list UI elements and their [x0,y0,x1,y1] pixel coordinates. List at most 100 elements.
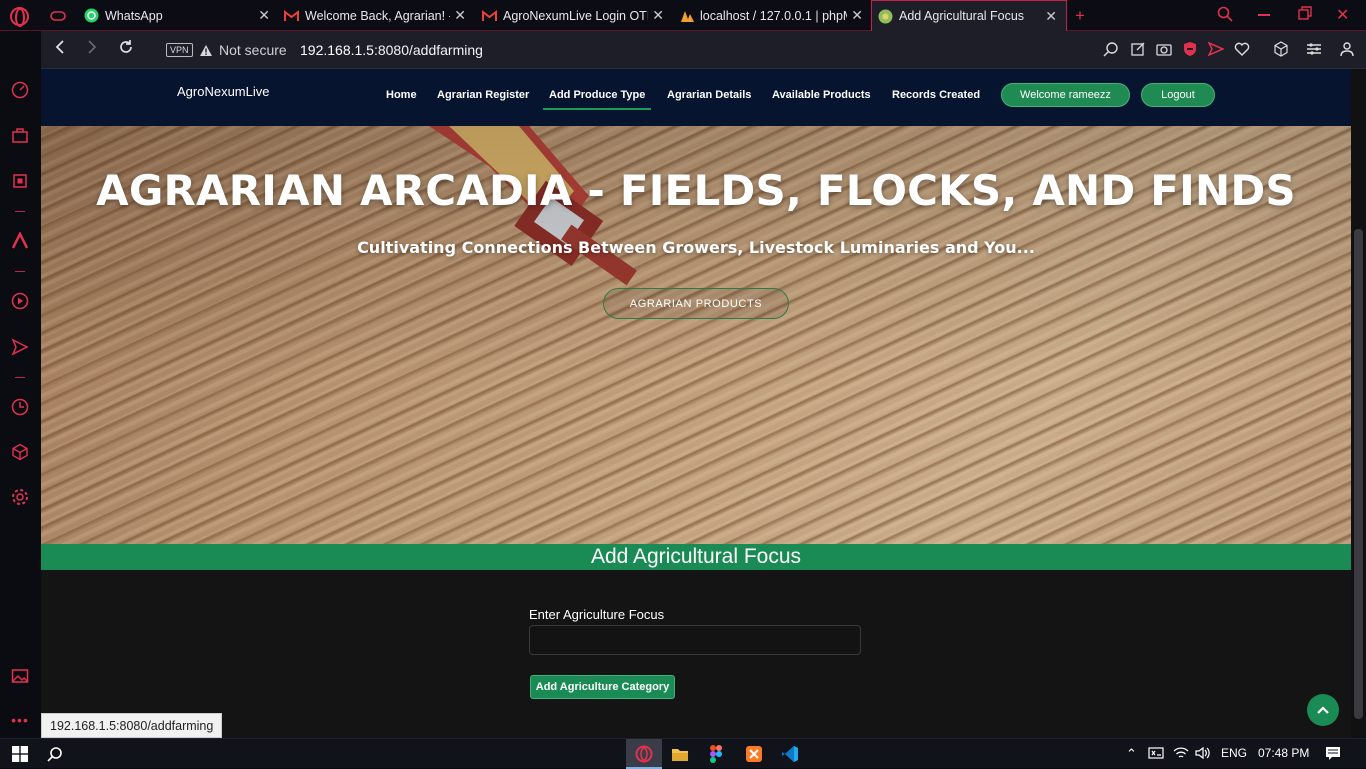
page-viewport: AgroNexumLive Home Agrarian Register Add… [41,69,1351,738]
aria-icon[interactable] [11,232,29,250]
wifi-icon[interactable] [1173,746,1189,763]
tab-close-icon[interactable]: ✕ [851,7,863,24]
section-header: Add Agricultural Focus [41,544,1351,570]
page-title: Add Agricultural Focus [590,545,802,568]
speed-dial-icon[interactable] [11,81,29,99]
extensions-icon[interactable] [1273,41,1289,57]
minimize-icon[interactable] [1258,14,1270,16]
agriculture-focus-label: Enter Agriculture Focus [529,607,665,622]
security-indicator[interactable]: Not secure [199,42,287,58]
hero-banner: AGRARIAN ARCADIA - FIELDS, FLOCKS, AND F… [41,126,1351,544]
settings-gear-icon[interactable] [11,488,29,506]
history-clock-icon[interactable] [11,398,29,416]
agriculture-focus-input[interactable] [529,625,861,655]
warning-triangle-icon [200,44,212,56]
wallpaper-icon[interactable] [11,667,29,685]
back-to-top-button[interactable] [1307,694,1339,726]
gmail-icon [284,8,299,23]
taskbar-search-icon[interactable] [44,743,66,765]
tab-close-icon[interactable]: ✕ [1045,8,1057,25]
tab-close-icon[interactable]: ✕ [258,7,270,24]
nav-available-products[interactable]: Available Products [772,89,871,101]
logout-button[interactable]: Logout [1141,83,1215,107]
windows-taskbar: ⌃ ENG 07:48 PM [0,738,1366,769]
back-icon[interactable] [53,39,67,60]
shopping-bag-icon[interactable] [11,126,29,144]
easy-setup-icon[interactable] [1306,41,1322,57]
chevron-up-icon [1317,706,1329,714]
tab-close-icon[interactable]: ✕ [454,7,466,24]
nav-records-created[interactable]: Records Created [892,89,980,101]
more-dots-icon[interactable]: ••• [11,711,29,729]
extensions-cube-icon[interactable] [11,443,29,461]
close-window-icon[interactable]: ✕ [1336,5,1349,25]
new-tab-button[interactable]: + [1075,0,1091,31]
tab-label: Add Agricultural Focus [899,9,1025,23]
vpn-badge[interactable]: VPN [166,43,193,57]
browser-tab-bar: WhatsApp ✕ Welcome Back, Agrarian! - ✕ A… [0,0,1366,31]
profile-icon[interactable] [1339,41,1355,57]
site-navbar: AgroNexumLive Home Agrarian Register Add… [41,69,1351,126]
hero-subtitle: Cultivating Connections Between Growers,… [357,238,1035,257]
flow-send-icon[interactable] [1208,41,1224,57]
tab-whatsapp[interactable]: WhatsApp ✕ [84,0,274,31]
hero-title: AGRARIAN ARCADIA - FIELDS, FLOCKS, AND F… [96,166,1296,215]
system-clock[interactable]: 07:48 PM [1258,746,1309,760]
xampp-icon[interactable] [743,743,765,765]
site-favicon [878,9,893,24]
windows-start-icon[interactable] [9,743,31,765]
file-explorer-icon[interactable] [669,743,691,765]
url-field[interactable]: 192.168.1.5:8080/addfarming [300,42,483,58]
tab-label: localhost / 127.0.0.1 | phpM [700,8,847,23]
url-path: :8080/addfarming [373,42,483,58]
scrollbar-thumb[interactable] [1354,229,1363,719]
add-agriculture-category-button[interactable]: Add Agriculture Category [530,675,675,699]
tab-label: AgroNexumLive Login OTP [503,8,648,23]
tab-phpmyadmin[interactable]: localhost / 127.0.0.1 | phpM ✕ [679,0,867,31]
edit-snap-icon[interactable] [1130,41,1146,57]
language-indicator[interactable]: ENG [1221,746,1247,760]
ime-icon[interactable] [1148,746,1164,763]
sidebar-divider [15,377,25,378]
site-brand[interactable]: AgroNexumLive [177,84,270,99]
link-status-tooltip: 192.168.1.5:8080/addfarming [41,713,223,738]
opera-gx-taskbar-icon[interactable] [633,743,655,765]
sidebar-divider [15,211,25,212]
agrarian-products-button[interactable]: AGRARIAN PRODUCTS [603,288,789,319]
browser-sidebar: ••• [0,31,41,738]
tab-add-agricultural-focus[interactable]: Add Agricultural Focus ✕ [871,0,1067,31]
tray-overflow-chevron-icon[interactable]: ⌃ [1126,746,1137,762]
tab-label: Welcome Back, Agrarian! - [305,8,450,23]
tab-gmail-welcome[interactable]: Welcome Back, Agrarian! - ✕ [284,0,470,31]
search-page-icon[interactable] [1103,41,1119,57]
player-icon[interactable] [11,292,29,310]
welcome-user-button[interactable]: Welcome rameezz [1001,83,1130,107]
notifications-icon[interactable] [1325,746,1341,764]
phpmyadmin-icon [679,8,694,23]
opera-menu-icon[interactable] [10,7,29,27]
nav-agrarian-details[interactable]: Agrarian Details [667,89,751,101]
page-scrollbar[interactable] [1351,69,1366,738]
cpu-limiter-icon[interactable] [11,172,29,190]
bookmark-heart-icon[interactable] [1234,41,1250,57]
sidebar-divider [15,271,25,272]
vscode-icon[interactable] [779,743,801,765]
nav-agrarian-register[interactable]: Agrarian Register [437,89,529,101]
volume-icon[interactable] [1195,746,1211,763]
address-bar: VPN Not secure 192.168.1.5:8080/addfarmi… [41,31,1366,69]
tab-label: WhatsApp [105,8,163,23]
reload-icon[interactable] [118,39,134,60]
forward-icon[interactable] [85,39,99,60]
tab-gmail-otp[interactable]: AgroNexumLive Login OTP ✕ [482,0,668,31]
gx-tab-icon[interactable] [50,0,72,31]
nav-home[interactable]: Home [386,89,417,101]
restore-icon[interactable] [1298,6,1312,23]
search-tabs-icon[interactable] [1217,6,1233,25]
tab-close-icon[interactable]: ✕ [652,7,664,24]
camera-icon[interactable] [1156,41,1172,57]
figma-icon[interactable] [705,743,727,765]
send-icon[interactable] [11,338,29,356]
nav-add-produce-type[interactable]: Add Produce Type [542,89,652,110]
ad-blocker-shield-icon[interactable] [1182,41,1198,57]
url-host: 192.168.1.5 [300,42,374,58]
